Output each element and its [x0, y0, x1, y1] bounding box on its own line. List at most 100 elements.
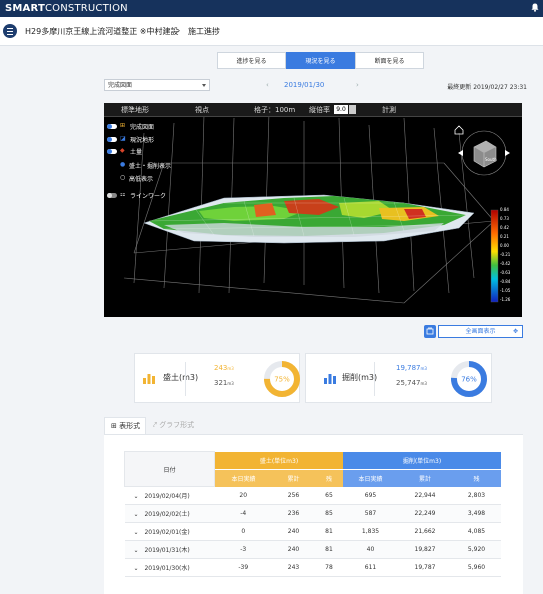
breadcrumb-separator: ›: [177, 26, 181, 35]
row-cell: 243: [272, 558, 315, 577]
cut-donut: 76%: [451, 361, 487, 397]
legend-value: 0.42: [500, 225, 509, 230]
row-cell: 65: [315, 486, 343, 505]
layer-height-label: 高低表示: [129, 176, 154, 183]
tab-current[interactable]: 現況を見る: [286, 52, 355, 69]
row-cell: 81: [315, 540, 343, 559]
measure-button[interactable]: 計測: [382, 105, 396, 115]
row-cell: 21,662: [398, 522, 452, 541]
expand-icon: ✥: [512, 328, 518, 335]
prev-date-button[interactable]: ‹: [266, 81, 269, 89]
row-cell: -39: [214, 558, 272, 577]
progress-table: 日付 盛土(単位m3) 掘削(単位m3) 本日実績 累計 残 本日実績 累計 残…: [124, 451, 501, 577]
brand-logo[interactable]: SMARTCONSTRUCTION: [5, 3, 128, 14]
vertical-ratio-stepper[interactable]: [349, 105, 356, 114]
layer-volume-label: 土量: [130, 149, 143, 156]
fill-donut: 75%: [264, 361, 300, 397]
sub-header: 本日実績: [343, 468, 398, 487]
last-updated: 最終更新 2019/02/27 23:31: [447, 84, 527, 91]
donut-percent: 76%: [461, 376, 477, 384]
legend-value: -0.21: [500, 252, 511, 257]
tab-section[interactable]: 断面を見る: [355, 52, 424, 69]
cut-today: 19,787m3: [396, 364, 427, 372]
legend-value: 0.21: [500, 234, 509, 239]
breadcrumb-project[interactable]: H29多摩川京王線上流河道整正 ※中村建設: [25, 26, 178, 37]
row-date: ⌄ 2019/01/31(木): [124, 540, 215, 559]
home-icon[interactable]: [453, 125, 465, 135]
chevron-down-icon[interactable]: ⌄: [134, 493, 141, 500]
layer-cutfill-label: 盛土・掘削表示: [129, 163, 172, 170]
menu-icon[interactable]: [3, 24, 17, 38]
table-icon: ⊞: [111, 422, 117, 430]
row-cell: 1,835: [343, 522, 398, 541]
row-cell: 78: [315, 558, 343, 577]
table-row[interactable]: ⌄ 2019/01/31(木) -3 240 81 40 19,827 5,920: [124, 540, 501, 559]
terrain-select[interactable]: 完成図面: [104, 79, 210, 91]
cube-label: South: [485, 157, 497, 162]
grid-button[interactable]: 格子：100m: [254, 105, 295, 115]
date-header: 日付: [124, 451, 215, 487]
tab-graph[interactable]: ⤤ グラフ形式: [147, 417, 195, 434]
cut-header: 掘削(単位m3): [343, 451, 501, 469]
sub-header: 残: [315, 468, 343, 487]
row-cell: 85: [315, 504, 343, 523]
radio-off-icon[interactable]: ○: [120, 174, 125, 181]
tab-progress[interactable]: 進捗を見る: [217, 52, 286, 69]
linework-icon: ⚏: [120, 191, 126, 198]
row-cell: 240: [272, 540, 315, 559]
row-cell: 19,827: [398, 540, 452, 559]
radio-on-icon[interactable]: ●: [120, 161, 125, 168]
fill-summary-card: 盛土(m3) 243m3 321m3 75%: [134, 353, 300, 403]
chevron-down-icon[interactable]: ⌄: [134, 565, 141, 572]
sub-header: 累計: [398, 468, 452, 487]
terrain-icon: ◪: [120, 135, 126, 142]
row-cell: 5,960: [452, 558, 501, 577]
breadcrumb-page: 施工進捗: [188, 27, 220, 36]
table-row[interactable]: ⌄ 2019/02/01(金) 0 240 81 1,835 21,662 4,085: [124, 522, 501, 541]
table-row[interactable]: ⌄ 2019/02/04(月) 20 256 65 695 22,944 2,803: [124, 486, 501, 505]
sub-header: 残: [452, 468, 501, 487]
row-cell: 4,085: [452, 522, 501, 541]
fill-total: 321m3: [214, 379, 234, 387]
legend-value: 0.00: [500, 243, 509, 248]
row-date: ⌄ 2019/01/30(水): [124, 558, 215, 577]
screenshot-button[interactable]: [424, 325, 436, 338]
row-cell: 81: [315, 522, 343, 541]
chevron-down-icon[interactable]: ⌄: [134, 529, 141, 536]
table-row[interactable]: ⌄ 2019/02/02(土) -4 236 85 587 22,249 3,498: [124, 504, 501, 523]
viewpoint-button[interactable]: 視点: [195, 105, 209, 115]
terrain-3d-viewer[interactable]: South: [104, 103, 522, 317]
layer-toggle-volume[interactable]: [107, 149, 117, 154]
date-display[interactable]: 2019/01/30: [284, 81, 324, 89]
fullscreen-button[interactable]: 全画面表示 ✥: [438, 325, 523, 338]
row-cell: 5,920: [452, 540, 501, 559]
layer-toggle-finished[interactable]: [107, 124, 117, 129]
row-cell: 2,803: [452, 486, 501, 505]
legend-value: -1.26: [500, 297, 511, 302]
cut-total: 25,747m3: [396, 379, 427, 387]
bar-chart-icon: [143, 374, 155, 384]
cut-summary-card: 掘削(m3) 19,787m3 25,747m3 76%: [305, 353, 492, 403]
next-date-button[interactable]: ›: [356, 81, 359, 89]
chevron-down-icon[interactable]: ⌄: [134, 547, 141, 554]
row-cell: 22,249: [398, 504, 452, 523]
grid-icon: ⊞: [120, 122, 126, 129]
camera-icon: [426, 327, 434, 335]
row-date: ⌄ 2019/02/02(土): [124, 504, 215, 523]
row-cell: 236: [272, 504, 315, 523]
layer-finished-label: 完成図面: [130, 124, 155, 131]
row-cell: -4: [214, 504, 272, 523]
layer-toggle-linework[interactable]: [107, 193, 117, 198]
layer-toggle-current[interactable]: [107, 137, 117, 142]
row-cell: 611: [343, 558, 398, 577]
row-date: ⌄ 2019/02/04(月): [124, 486, 215, 505]
chevron-down-icon[interactable]: ⌄: [134, 511, 141, 518]
standard-terrain-button[interactable]: 標準地形: [121, 105, 149, 115]
legend-value: -0.42: [500, 261, 511, 266]
row-cell: 40: [343, 540, 398, 559]
table-row[interactable]: ⌄ 2019/01/30(水) -39 243 78 611 19,787 5,960: [124, 558, 501, 577]
bell-icon[interactable]: [531, 3, 539, 12]
vertical-ratio-input[interactable]: 9.0: [334, 105, 348, 114]
row-cell: 240: [272, 522, 315, 541]
tab-table[interactable]: ⊞ 表形式: [104, 417, 146, 434]
